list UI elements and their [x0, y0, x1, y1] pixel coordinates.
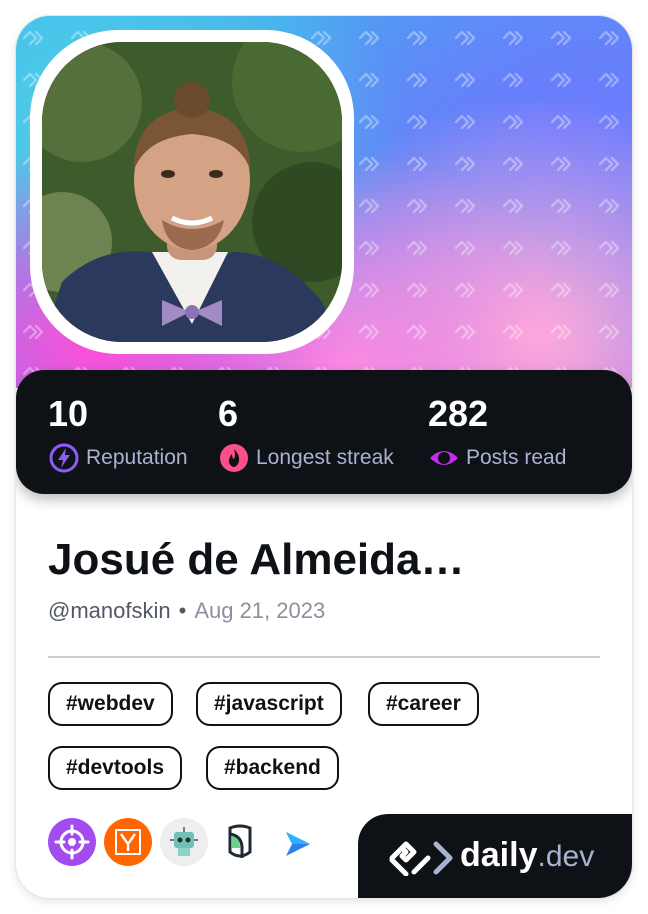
source-robot[interactable] — [160, 818, 208, 866]
dailydev-logo-icon — [389, 841, 453, 876]
stat-posts-label: Posts read — [466, 446, 567, 469]
stat-reputation: 10 Reputation — [48, 392, 188, 474]
brand-wordmark: daily.dev — [460, 834, 594, 878]
dailydev-brand: daily.dev — [358, 814, 632, 898]
tag-webdev[interactable]: #webdev — [48, 682, 173, 726]
stat-streak-label: Longest streak — [256, 446, 394, 469]
tag-devtools[interactable]: #devtools — [48, 746, 183, 790]
y-combinator-icon — [115, 829, 141, 855]
streak-flame-icon — [220, 444, 248, 472]
profile-joined-date: Aug 21, 2023 — [194, 598, 326, 623]
stat-posts-value: 282 — [428, 393, 489, 434]
crosshair-icon — [54, 824, 90, 860]
avatar-photo — [42, 42, 342, 342]
profile-username: @manofskin — [48, 598, 171, 623]
shield-logo-icon — [228, 824, 252, 858]
source-arrow[interactable] — [272, 818, 320, 866]
profile-name: Josué de Almeida… — [48, 535, 465, 584]
stat-reputation-label: Reputation — [86, 446, 188, 469]
meta-separator: • — [178, 598, 187, 623]
source-crosshair[interactable] — [48, 818, 96, 866]
cover-background — [16, 16, 632, 388]
stat-posts-read: 282 Posts read — [428, 392, 566, 474]
reputation-bolt-icon — [49, 443, 79, 473]
posts-read-eye-icon — [430, 451, 458, 465]
avatar — [42, 42, 342, 342]
tag-javascript[interactable]: #javascript — [196, 682, 342, 726]
divider — [48, 656, 600, 658]
stat-streak-value: 6 — [218, 393, 239, 434]
stat-longest-streak: 6 Longest streak — [218, 392, 394, 474]
tag-backend[interactable]: #backend — [206, 746, 339, 790]
avatar-frame — [30, 30, 354, 354]
brand-name: daily — [460, 836, 538, 874]
stats-bar: 10 Reputation 6 Longest streak 282 Posts… — [16, 370, 632, 494]
stat-reputation-value: 10 — [48, 393, 89, 434]
tag-career[interactable]: #career — [368, 682, 479, 726]
source-shield[interactable] — [216, 818, 264, 866]
brand-suffix: .dev — [537, 840, 595, 873]
source-ycombinator[interactable] — [104, 818, 152, 866]
arrow-logo-icon — [286, 832, 310, 856]
devcard: 10 Reputation 6 Longest streak 282 Posts… — [16, 16, 632, 898]
robot-icon — [170, 827, 198, 856]
profile-meta: @manofskin • Aug 21, 2023 — [48, 596, 325, 626]
